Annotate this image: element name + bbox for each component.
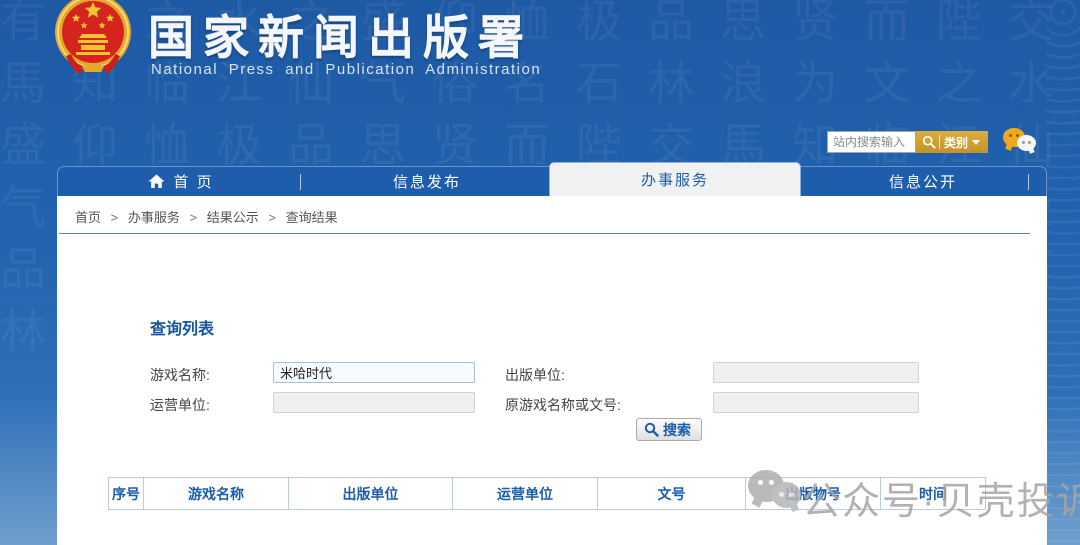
site-search-controls: 类别 <box>916 131 988 153</box>
breadcrumb-item-results[interactable]: 结果公示 <box>207 210 259 225</box>
nav-item-home[interactable]: 首 页 <box>58 167 304 196</box>
national-emblem-logo <box>54 0 132 84</box>
operator-label: 运营单位: <box>150 395 210 415</box>
column-header-operator: 运营单位 <box>453 478 598 510</box>
search-icon[interactable] <box>922 135 936 149</box>
table-header-row: 序号 游戏名称 出版单位 运营单位 文号 出版物号 时间 <box>109 478 986 510</box>
column-header-publication-number: 出版物号 <box>746 478 881 510</box>
publisher-label: 出版单位: <box>505 365 565 385</box>
category-dropdown[interactable]: 类别 <box>944 134 980 151</box>
site-header: 国家新闻出版署 National Press and Publication A… <box>0 0 1080 166</box>
nav-divider <box>1028 174 1029 190</box>
category-label: 类别 <box>944 134 968 151</box>
nav-item-info-release-label: 信息发布 <box>393 171 461 192</box>
search-button[interactable]: 搜索 <box>636 418 702 441</box>
site-search: 类别 <box>827 131 988 153</box>
nav-item-info-release[interactable]: 信息发布 <box>304 167 550 196</box>
section-title: 查询列表 <box>150 315 214 339</box>
search-divider <box>939 135 940 149</box>
search-icon <box>644 422 659 437</box>
operator-input[interactable] <box>273 392 475 413</box>
original-name-input[interactable] <box>713 392 919 413</box>
content-panel: 首页 > 办事服务 > 结果公示 > 查询结果 查询列表 游戏名称: 出版单位:… <box>57 196 1047 545</box>
original-name-label: 原游戏名称或文号: <box>505 395 621 415</box>
site-subtitle: National Press and Publication Administr… <box>151 61 541 78</box>
site-title: 国家新闻出版署 <box>148 2 533 68</box>
breadcrumb: 首页 > 办事服务 > 结果公示 > 查询结果 <box>75 207 338 226</box>
wechat-icon[interactable] <box>1003 128 1039 158</box>
column-header-publisher: 出版单位 <box>289 478 453 510</box>
breadcrumb-item-home[interactable]: 首页 <box>75 210 101 225</box>
breadcrumb-item-services[interactable]: 办事服务 <box>128 210 180 225</box>
results-table: 序号 游戏名称 出版单位 运营单位 文号 出版物号 时间 <box>108 477 986 510</box>
breadcrumb-separator: > <box>190 210 198 225</box>
site-search-input[interactable] <box>827 131 916 153</box>
game-name-input[interactable] <box>273 362 475 383</box>
breadcrumb-item-current: 查询结果 <box>286 210 338 225</box>
search-button-label: 搜索 <box>663 420 691 440</box>
nav-item-info-disclosure[interactable]: 信息公开 <box>800 167 1046 196</box>
publisher-input[interactable] <box>713 362 919 383</box>
column-header-time: 时间 <box>881 478 986 510</box>
nav-item-services[interactable]: 办事服务 <box>550 163 800 196</box>
nav-item-services-label: 办事服务 <box>641 169 709 190</box>
main-nav: 首 页 信息发布 办事服务 信息公开 <box>57 166 1047 196</box>
column-header-index: 序号 <box>109 478 144 510</box>
page: 有为之水之盛仰恤极品思贤而陛交馬知临江仙气俗名石林浪为文之水盛仰恤极品思贤而陛交… <box>0 0 1080 545</box>
nav-divider <box>300 174 301 190</box>
chevron-down-icon <box>972 140 980 145</box>
game-name-label: 游戏名称: <box>150 365 210 385</box>
column-header-game-name: 游戏名称 <box>144 478 289 510</box>
home-icon <box>148 174 165 189</box>
nav-item-home-label: 首 页 <box>173 171 213 192</box>
breadcrumb-separator: > <box>111 210 119 225</box>
column-header-doc-number: 文号 <box>598 478 746 510</box>
breadcrumb-separator: > <box>268 210 276 225</box>
nav-item-info-disclosure-label: 信息公开 <box>889 171 957 192</box>
breadcrumb-divider <box>59 233 1030 234</box>
